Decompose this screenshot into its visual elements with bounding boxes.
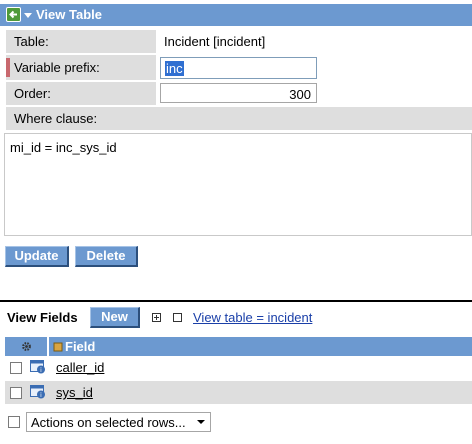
field-header-cell[interactable]: Field (49, 337, 472, 356)
view-fields-title: View Fields (7, 310, 78, 325)
record-preview-icon[interactable]: i (30, 385, 46, 399)
sort-icon (53, 342, 63, 352)
where-clause-label: Where clause: (14, 111, 98, 126)
where-clause-label-cell: Where clause: (6, 107, 472, 130)
back-arrow-icon[interactable] (6, 7, 21, 22)
record-preview-icon[interactable]: i (30, 360, 46, 374)
row-checkbox[interactable] (10, 362, 22, 374)
field-link[interactable]: sys_id (56, 385, 93, 400)
title-bar: View Table (0, 4, 472, 26)
variable-prefix-input[interactable]: inc (160, 57, 317, 79)
chevron-down-icon[interactable] (24, 13, 32, 18)
plus-vertical (156, 315, 157, 320)
chevron-down-icon (197, 420, 205, 424)
where-clause-textarea[interactable]: mi_id = inc_sys_id (4, 133, 472, 236)
variable-prefix-label-cell: Variable prefix: (6, 55, 156, 80)
field-column-header: Field (65, 339, 96, 354)
new-button[interactable]: New (90, 307, 140, 328)
table-row: i sys_id (5, 381, 472, 404)
order-input[interactable]: 300 (160, 83, 317, 103)
required-indicator (6, 58, 10, 77)
actions-select[interactable]: Actions on selected rows... (26, 412, 211, 432)
delete-button[interactable]: Delete (75, 246, 138, 267)
section-divider (0, 300, 472, 302)
order-label: Order: (14, 86, 51, 101)
select-all-checkbox[interactable] (8, 416, 20, 428)
table-value: Incident [incident] (164, 34, 266, 49)
table-value-cell: Incident [incident] (158, 30, 472, 53)
row-checkbox[interactable] (10, 387, 22, 399)
variable-prefix-label: Variable prefix: (14, 60, 100, 75)
table-row: i caller_id (5, 357, 472, 379)
gear-icon[interactable] (21, 341, 32, 352)
table-label: Table: (14, 34, 49, 49)
page-title: View Table (36, 7, 102, 22)
variable-prefix-value: inc (165, 61, 184, 76)
actions-select-value: Actions on selected rows... (31, 415, 186, 430)
where-clause-value: mi_id = inc_sys_id (10, 140, 117, 155)
expand-icon[interactable] (152, 313, 161, 322)
order-label-cell: Order: (6, 82, 156, 105)
field-link[interactable]: caller_id (56, 360, 104, 375)
update-button[interactable]: Update (5, 246, 69, 267)
order-value: 300 (289, 87, 311, 102)
collapse-icon[interactable] (173, 313, 182, 322)
filter-breadcrumb-link[interactable]: View table = incident (193, 310, 312, 325)
table-label-cell: Table: (6, 30, 156, 53)
settings-header-cell (5, 337, 47, 356)
